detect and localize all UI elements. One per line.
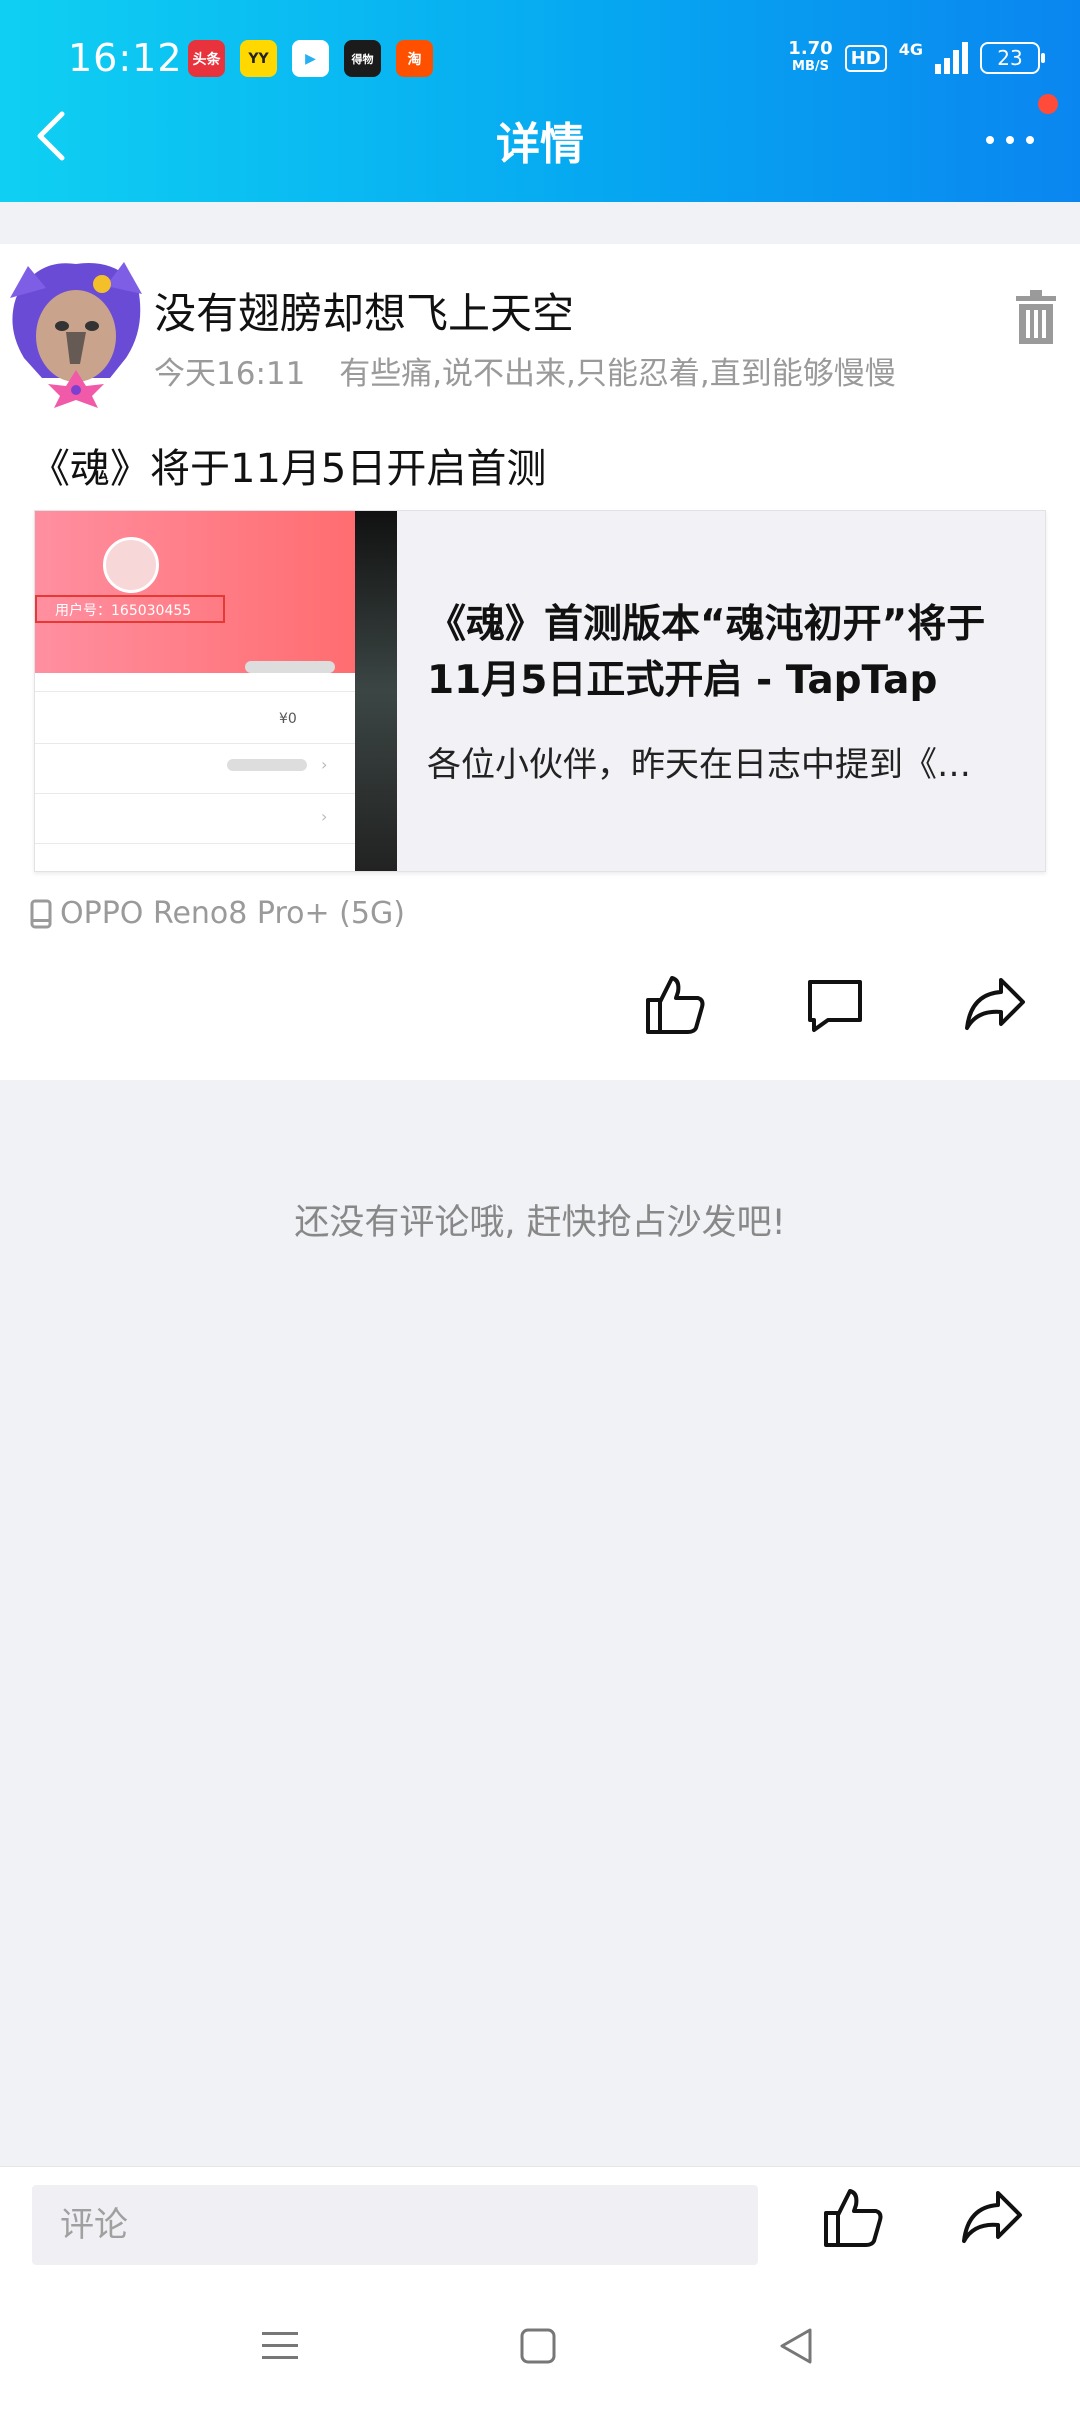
thumbs-up-icon [824,2189,883,2247]
net-speed-value: 1.70 [788,38,833,59]
user-signature: 有些痛,说不出来,只能忍着,直到能够慢慢 [339,356,896,392]
comment-icon [808,980,862,1032]
phone-icon [30,899,52,928]
yy-icon: YY [240,40,277,77]
app-header: 16:12 头条 YY ▶ 得物 淘 1.70 MB/S HD 4G 23 详情 [0,0,1080,202]
link-thumbnail: 用户号：165030455 ¥0 › › [35,511,397,871]
share-icon [965,978,1025,1030]
like-button[interactable] [640,970,710,1040]
bottom-share-button[interactable] [960,2187,1030,2257]
post-meta: 今天16:11 有些痛,说不出来,只能忍着,直到能够慢慢 [154,348,896,393]
notification-dot [1038,94,1058,114]
nav-menu-button[interactable] [250,2316,310,2376]
more-dot [1026,136,1034,144]
dewu-icon: 得物 [344,40,381,77]
avatar-image [10,262,142,408]
comment-button[interactable] [800,970,870,1040]
taobao-icon: 淘 [396,40,433,77]
status-time: 16:12 [68,36,183,80]
status-right-group: 1.70 MB/S HD 4G 23 [788,40,1045,76]
more-button[interactable] [970,112,1050,168]
thumb-divider [35,743,355,744]
network-type: 4G [898,40,923,59]
empty-comments-message: 还没有评论哦, 赶快抢占沙发吧! [294,1203,786,1243]
triangle-back-icon [780,2328,812,2364]
link-preview-card[interactable]: 用户号：165030455 ¥0 › › 《魂》首测版本“魂沌初开”将于11月5… [34,510,1046,872]
post-card: 没有翅膀却想飞上天空 今天16:11 有些痛,说不出来,只能忍着,直到能够慢慢 … [0,244,1080,1080]
post-actions [620,970,1080,1040]
page-title: 详情 [496,119,584,170]
more-dot [1006,136,1014,144]
net-speed-unit: MB/S [792,59,829,74]
signal-icon [935,42,968,74]
nav-home-button[interactable] [508,2316,568,2376]
thumb-dark-strip [355,511,397,871]
thumb-chevron-icon: › [321,755,328,774]
share-button[interactable] [960,970,1030,1040]
avatar[interactable] [6,258,146,408]
comment-input[interactable] [32,2185,758,2265]
system-nav-bar [0,2276,1080,2412]
thumb-divider [35,691,355,692]
device-name: OPPO Reno8 Pro+ (5G) [60,896,405,931]
thumb-chevron-icon: › [321,807,328,826]
share-icon [962,2191,1022,2243]
bottom-action-bar [0,2166,1080,2277]
thumb-blur [245,661,335,673]
hd-badge: HD [844,44,887,72]
thumb-divider [35,843,355,844]
square-icon [520,2328,556,2364]
trash-icon [1016,290,1056,344]
thumb-logo [103,537,159,593]
more-dots-icon [986,136,994,144]
link-title: 《魂》首测版本“魂沌初开”将于11月5日正式开启 - TapTap [427,602,986,703]
nav-back-button[interactable] [766,2316,826,2376]
notification-icons: 头条 YY ▶ 得物 淘 [188,40,433,77]
tencent-video-icon: ▶ [292,40,329,77]
thumb-header [35,511,355,673]
thumb-user-id: 用户号：165030455 [35,595,225,623]
thumb-divider [35,793,355,794]
post-timestamp: 今天16:11 [154,356,306,392]
thumb-amount: ¥0 [279,711,297,727]
net-speed: 1.70 MB/S [788,40,832,76]
thumbs-up-icon [646,976,705,1034]
battery-icon: 23 [980,42,1045,74]
username[interactable]: 没有翅膀却想飞上天空 [154,280,574,341]
link-description: 各位小伙伴，昨天在日志中提到《… [427,745,971,785]
status-bar: 16:12 头条 YY ▶ 得物 淘 1.70 MB/S HD 4G 23 [0,30,1080,94]
menu-icon [262,2332,298,2359]
post-text: 《魂》将于11月5日开启首测 [30,446,547,492]
toutiao-icon: 头条 [188,40,225,77]
delete-button[interactable] [1014,290,1062,346]
device-info: OPPO Reno8 Pro+ (5G) [30,896,405,931]
thumb-blur [227,759,307,771]
bottom-like-button[interactable] [822,2187,892,2257]
